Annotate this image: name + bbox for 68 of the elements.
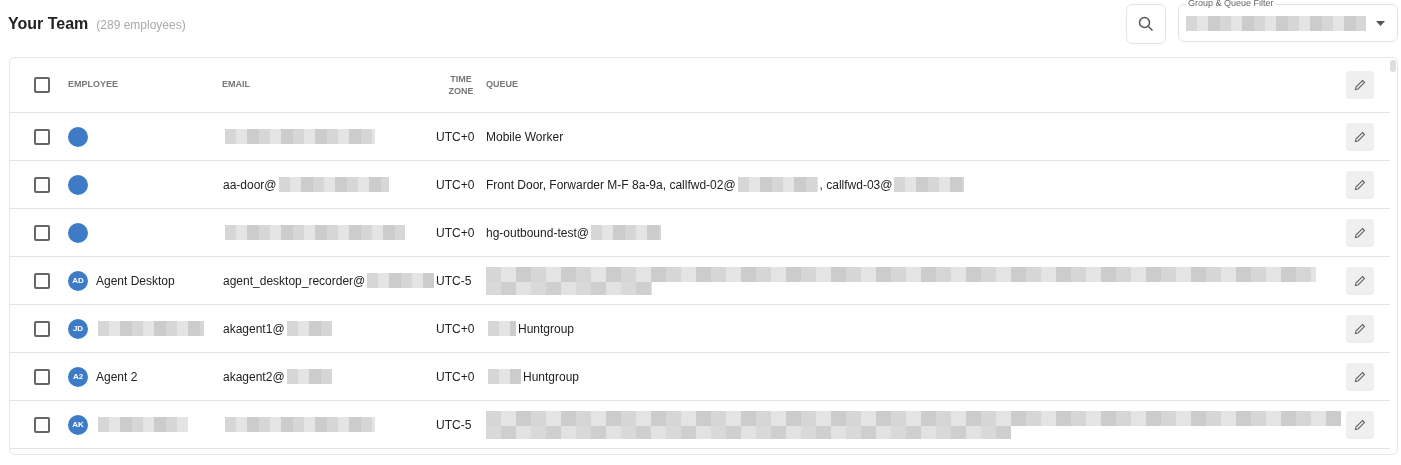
- redacted-text: [894, 177, 965, 192]
- redacted-text: [590, 225, 661, 240]
- edit-button[interactable]: [1346, 170, 1374, 199]
- checkbox[interactable]: [34, 77, 50, 93]
- redacted-text: [286, 321, 332, 336]
- checkbox[interactable]: [34, 128, 50, 145]
- checkbox[interactable]: [34, 224, 50, 241]
- edit-button[interactable]: [1346, 362, 1374, 391]
- edit-button[interactable]: [1346, 71, 1374, 99]
- time-zone: UTC+0: [436, 224, 475, 242]
- scrollbar-thumb[interactable]: [1390, 60, 1396, 72]
- column-header: QUEUE: [486, 78, 518, 92]
- edit-button[interactable]: [1346, 266, 1374, 295]
- queue-text: hg-outbound-test@: [486, 224, 589, 242]
- edit-button[interactable]: [1346, 218, 1374, 247]
- avatar: [68, 174, 88, 195]
- pencil-icon: [1354, 322, 1366, 335]
- pencil-icon: [1354, 274, 1366, 287]
- checkbox[interactable]: [34, 176, 50, 193]
- avatar: [68, 126, 88, 147]
- dropdown-caret-icon: [1376, 20, 1385, 26]
- pencil-icon: [1354, 226, 1366, 239]
- email-text: agent_desktop_recorder@: [223, 272, 366, 290]
- redacted-text: [367, 273, 434, 288]
- page-title: Your Team: [8, 14, 89, 34]
- column-header: EMAIL: [222, 78, 250, 92]
- pencil-icon: [1354, 370, 1366, 383]
- checkbox[interactable]: [34, 320, 50, 337]
- pencil-icon: [1354, 130, 1366, 143]
- pencil-icon: [1354, 79, 1366, 91]
- edit-button[interactable]: [1346, 410, 1374, 439]
- checkbox[interactable]: [34, 416, 50, 433]
- avatar: AK: [68, 414, 88, 435]
- pencil-icon: [1354, 178, 1366, 191]
- time-zone: UTC+0: [436, 320, 475, 338]
- search-button[interactable]: [1126, 4, 1166, 44]
- redacted-text: [286, 369, 332, 384]
- pencil-icon: [1354, 418, 1366, 431]
- avatar: [68, 222, 88, 243]
- time-zone: UTC+0: [436, 128, 475, 146]
- queue-text: , callfwd-03@: [819, 176, 893, 194]
- time-zone: UTC+0: [436, 176, 475, 194]
- checkbox[interactable]: [34, 368, 50, 385]
- avatar: JD: [68, 318, 88, 339]
- employee-count: (289 employees): [96, 17, 186, 34]
- column-header: TIME ZONE: [447, 73, 475, 97]
- time-zone: UTC-5: [436, 416, 472, 434]
- email-text: aa-door@: [223, 176, 277, 194]
- avatar: A2: [68, 366, 88, 387]
- email-text: akagent2@: [223, 368, 285, 386]
- avatar: AD: [68, 270, 88, 291]
- edit-button[interactable]: [1346, 122, 1374, 151]
- employee-name: Agent Desktop: [96, 272, 175, 290]
- email-text: akagent1@: [223, 320, 285, 338]
- time-zone: UTC-5: [436, 272, 472, 290]
- queue-text: Huntgroup: [518, 320, 575, 338]
- queue-text: Huntgroup: [523, 368, 580, 386]
- column-header: EMPLOYEE: [68, 78, 118, 92]
- checkbox[interactable]: [34, 272, 50, 289]
- time-zone: UTC+0: [436, 368, 475, 386]
- filter-label: Group & Queue Filter: [1186, 0, 1276, 9]
- search-icon: [1138, 16, 1154, 32]
- employee-name: Agent 2: [96, 368, 138, 386]
- queue-text: Mobile Worker: [486, 128, 564, 146]
- redacted-text: [488, 369, 521, 384]
- redacted-text: [488, 321, 516, 336]
- queue-text: Front Door, Forwarder M-F 8a-9a, callfwd-02@: [486, 176, 736, 194]
- edit-button[interactable]: [1346, 314, 1374, 343]
